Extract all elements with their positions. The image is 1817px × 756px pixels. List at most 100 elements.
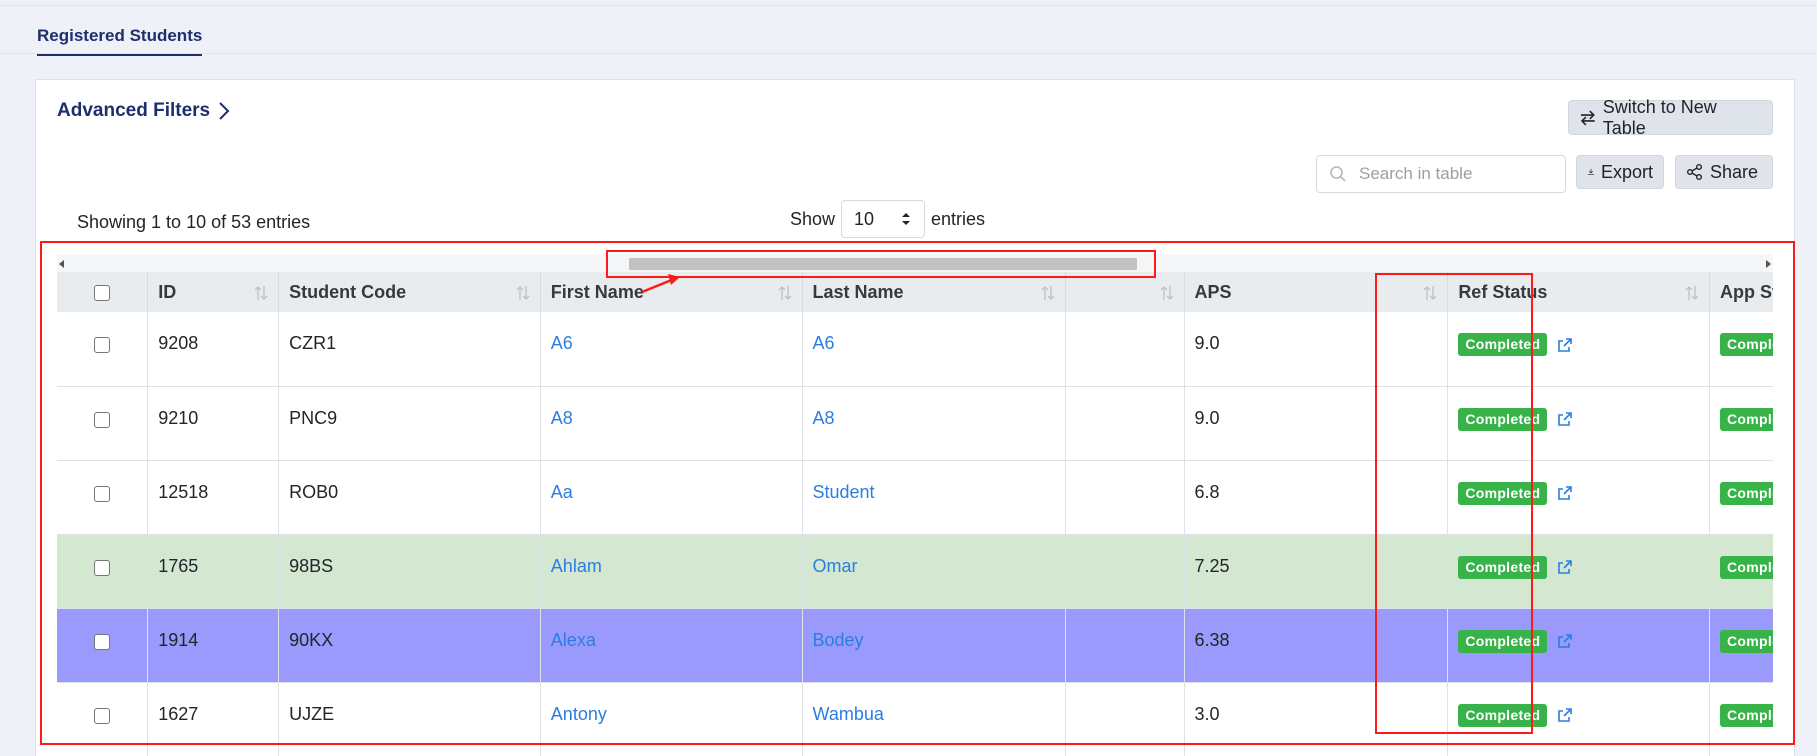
col-header-ref-status[interactable]: Ref Status bbox=[1447, 272, 1711, 312]
first-name-link[interactable]: Antony bbox=[551, 704, 607, 724]
sort-icon bbox=[254, 286, 268, 300]
cell-first-name: A8 bbox=[540, 386, 803, 461]
row-select-cell bbox=[57, 460, 149, 535]
export-label: Export bbox=[1600, 161, 1653, 182]
first-name-link[interactable]: Alexa bbox=[551, 630, 596, 650]
col-header-student-code[interactable]: Student Code bbox=[278, 272, 541, 312]
sort-icon bbox=[778, 286, 791, 300]
cell-last-name: Student bbox=[802, 460, 1067, 535]
scroll-right-arrow-icon[interactable] bbox=[1766, 260, 1771, 268]
cell-blank bbox=[1065, 386, 1185, 461]
tab-bar: Registered Students bbox=[0, 6, 1817, 56]
cell-first-name: A6 bbox=[540, 312, 803, 387]
col-last-name-label: Last Name bbox=[812, 281, 904, 302]
sort-updown-icon bbox=[902, 213, 911, 225]
last-name-link[interactable]: A6 bbox=[813, 333, 835, 353]
cell-first-name: Alexa bbox=[540, 608, 803, 683]
scrollbar-thumb[interactable] bbox=[629, 258, 1137, 270]
select-all-header bbox=[57, 272, 149, 312]
external-link-icon[interactable] bbox=[1557, 337, 1573, 353]
table-row[interactable]: 1627 UJZE Antony Wambua 3.0 Completed Co… bbox=[57, 682, 1773, 756]
cell-student-code: PNC9 bbox=[278, 386, 541, 461]
cell-aps: 9.0 bbox=[1184, 386, 1449, 461]
col-ref-status-label: Ref Status bbox=[1458, 281, 1548, 302]
cell-student-code: 98BS bbox=[278, 534, 541, 609]
advanced-filters-toggle[interactable]: Advanced Filters bbox=[57, 100, 230, 122]
col-header-app-status[interactable]: App Status bbox=[1709, 272, 1773, 312]
first-name-link[interactable]: A8 bbox=[551, 408, 573, 428]
sort-icon bbox=[1685, 286, 1699, 300]
col-header-last-name[interactable]: Last Name bbox=[802, 272, 1067, 312]
table-row[interactable]: 1914 90KX Alexa Bodey 6.38 Completed Com… bbox=[57, 608, 1773, 683]
first-name-link[interactable]: Ahlam bbox=[551, 556, 602, 576]
students-table: ID Student Code First Name Last Name APS… bbox=[57, 272, 1773, 756]
cell-ref-status: Completed bbox=[1447, 608, 1711, 683]
sort-icon bbox=[1423, 286, 1437, 300]
table-row[interactable]: 1765 98BS Ahlam Omar 7.25 Completed Comp… bbox=[57, 534, 1773, 609]
ref-status-badge: Completed bbox=[1458, 407, 1548, 431]
cell-ref-status: Completed bbox=[1447, 682, 1711, 756]
col-header-aps[interactable]: APS bbox=[1184, 272, 1449, 312]
cell-id: 1627 bbox=[147, 682, 280, 756]
row-checkbox[interactable] bbox=[94, 411, 111, 428]
cell-first-name: Ahlam bbox=[540, 534, 803, 609]
switch-table-button[interactable]: Switch to New Table bbox=[1568, 97, 1773, 138]
show-label: Show bbox=[790, 208, 836, 229]
cell-app-status: Completed bbox=[1709, 534, 1773, 609]
horizontal-scrollbar[interactable] bbox=[57, 254, 1773, 274]
cell-last-name: A8 bbox=[802, 386, 1067, 461]
last-name-link[interactable]: Omar bbox=[813, 556, 858, 576]
external-link-icon[interactable] bbox=[1557, 559, 1573, 575]
cell-last-name: A6 bbox=[802, 312, 1067, 387]
sort-icon bbox=[1160, 286, 1173, 300]
cell-id: 9208 bbox=[147, 312, 280, 387]
sort-icon bbox=[516, 286, 530, 300]
last-name-link[interactable]: Wambua bbox=[813, 704, 884, 724]
cell-aps: 6.38 bbox=[1184, 608, 1449, 683]
chevron-right-icon bbox=[219, 102, 230, 120]
col-header-id[interactable]: ID bbox=[147, 272, 280, 312]
scroll-left-arrow-icon[interactable] bbox=[59, 260, 64, 268]
table-row[interactable]: 9210 PNC9 A8 A8 9.0 Completed Completed bbox=[57, 386, 1773, 461]
col-header-first-name[interactable]: First Name bbox=[540, 272, 803, 312]
advanced-filters-label: Advanced Filters bbox=[57, 100, 211, 121]
row-checkbox[interactable] bbox=[94, 337, 111, 354]
table-row[interactable]: 12518 ROB0 Aa Student 6.8 Completed Comp… bbox=[57, 460, 1773, 535]
cell-last-name: Wambua bbox=[802, 682, 1067, 756]
external-link-icon[interactable] bbox=[1557, 633, 1573, 649]
table-row[interactable]: 9208 CZR1 A6 A6 9.0 Completed Completed bbox=[57, 312, 1773, 387]
cell-aps: 7.25 bbox=[1184, 534, 1449, 609]
tab-registered-students[interactable]: Registered Students bbox=[37, 26, 203, 56]
entries-label: entries bbox=[931, 208, 986, 229]
page-length-select[interactable]: 10 bbox=[841, 200, 926, 238]
switch-table-label: Switch to New Table bbox=[1602, 96, 1717, 138]
first-name-link[interactable]: Aa bbox=[551, 482, 573, 502]
share-button[interactable]: Share bbox=[1675, 155, 1773, 189]
row-checkbox[interactable] bbox=[94, 633, 111, 650]
select-all-checkbox[interactable] bbox=[94, 284, 111, 301]
export-button[interactable]: Export bbox=[1576, 155, 1664, 189]
row-checkbox[interactable] bbox=[94, 559, 111, 576]
row-checkbox[interactable] bbox=[94, 707, 111, 724]
cell-first-name: Antony bbox=[540, 682, 803, 756]
external-link-icon[interactable] bbox=[1557, 485, 1573, 501]
cell-ref-status: Completed bbox=[1447, 460, 1711, 535]
external-link-icon[interactable] bbox=[1557, 707, 1573, 723]
table-info: Showing 1 to 10 of 53 entries bbox=[77, 212, 311, 232]
ref-status-badge: Completed bbox=[1458, 481, 1548, 505]
col-header-blank[interactable] bbox=[1065, 272, 1185, 312]
cell-blank bbox=[1065, 312, 1185, 387]
last-name-link[interactable]: Student bbox=[813, 482, 875, 502]
row-checkbox[interactable] bbox=[94, 485, 111, 502]
col-app-status-label: App Status bbox=[1720, 281, 1773, 302]
cell-blank bbox=[1065, 460, 1185, 535]
share-label: Share bbox=[1710, 161, 1759, 182]
row-select-cell bbox=[57, 386, 149, 461]
first-name-link[interactable]: A6 bbox=[551, 333, 573, 353]
table-search[interactable] bbox=[1316, 155, 1566, 193]
external-link-icon[interactable] bbox=[1557, 411, 1573, 427]
search-input[interactable] bbox=[1359, 164, 1539, 184]
last-name-link[interactable]: A8 bbox=[813, 408, 835, 428]
last-name-link[interactable]: Bodey bbox=[813, 630, 864, 650]
app-status-badge: Completed bbox=[1720, 555, 1773, 579]
